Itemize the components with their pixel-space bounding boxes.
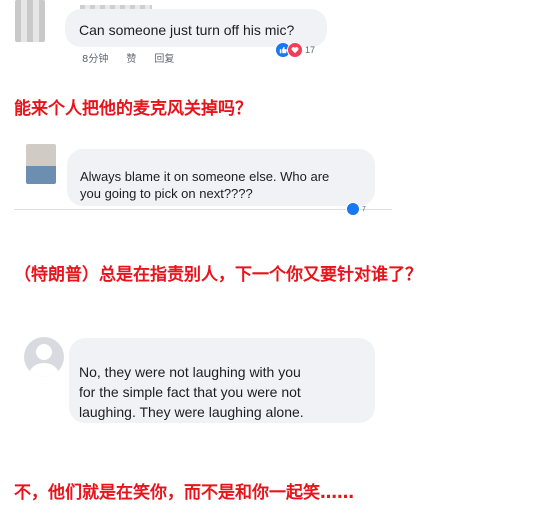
comment-bubble: Always blame it on someone else. Who are…	[67, 149, 375, 206]
comment-text: No, they were not laughing with you for …	[79, 364, 304, 420]
reaction-count: 7	[362, 205, 366, 213]
comment-text: Always blame it on someone else. Who are…	[80, 169, 330, 201]
reactions[interactable]: 7	[346, 202, 366, 216]
comment-bubble: No, they were not laughing with you for …	[69, 338, 375, 423]
avatar[interactable]	[26, 144, 56, 184]
divider	[14, 209, 392, 210]
reaction-count: 17	[305, 45, 316, 55]
comment-actions: 8分钟 赞 回复	[82, 50, 174, 65]
comment-text: Can someone just turn off his mic?	[79, 22, 295, 38]
like-icon	[346, 202, 360, 216]
translation-caption: （特朗普）总是在指责别人，下一个你又要针对谁了？	[14, 265, 422, 285]
timestamp[interactable]: 8分钟	[82, 50, 108, 65]
translation-caption: 不，他们就是在笑你，而不是和你一起笑……	[14, 483, 354, 503]
avatar[interactable]	[15, 0, 45, 42]
translation-caption: 能来个人把他的麦克风关掉吗？	[14, 99, 252, 119]
default-avatar-icon[interactable]	[24, 337, 64, 377]
like-button[interactable]: 赞	[126, 50, 136, 65]
reply-button[interactable]: 回复	[154, 50, 174, 65]
reactions[interactable]: 17	[275, 42, 315, 58]
love-icon	[287, 42, 303, 58]
